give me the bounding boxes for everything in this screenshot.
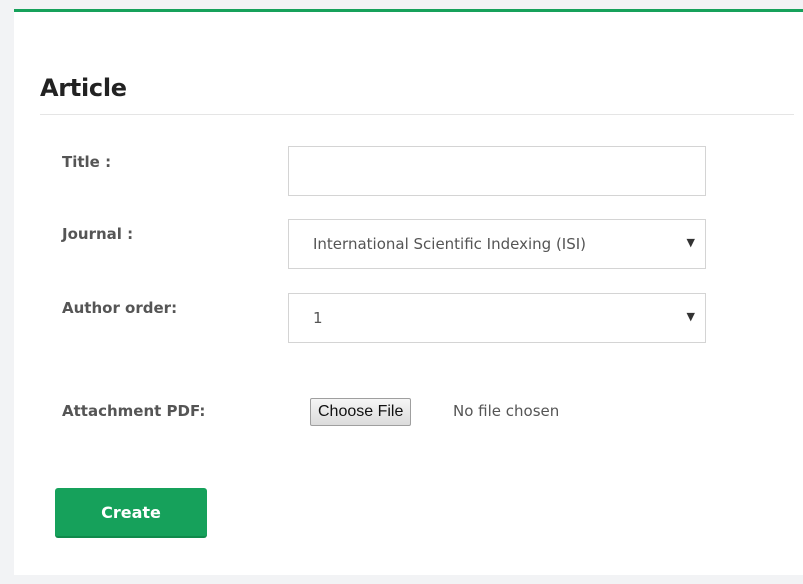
file-status-text: No file chosen	[453, 402, 560, 420]
create-button[interactable]: Create	[55, 488, 207, 538]
author-order-label: Author order:	[62, 299, 178, 317]
attachment-label: Attachment PDF:	[62, 402, 206, 420]
choose-file-button[interactable]: Choose File	[310, 398, 412, 426]
journal-select[interactable]: International Scientific Indexing (ISI) …	[288, 219, 706, 269]
author-order-select[interactable]: 1 ▼	[288, 293, 706, 343]
heading-divider	[40, 114, 794, 115]
chevron-down-icon: ▼	[686, 236, 695, 249]
article-form-panel: Article Title : Journal : International …	[14, 9, 803, 575]
author-order-selected-value: 1	[313, 309, 323, 327]
title-input[interactable]	[288, 146, 706, 196]
journal-label: Journal :	[62, 225, 134, 243]
title-label: Title :	[62, 153, 112, 171]
chevron-down-icon: ▼	[686, 310, 695, 323]
form-heading: Article	[40, 74, 127, 102]
journal-selected-value: International Scientific Indexing (ISI)	[313, 235, 587, 253]
